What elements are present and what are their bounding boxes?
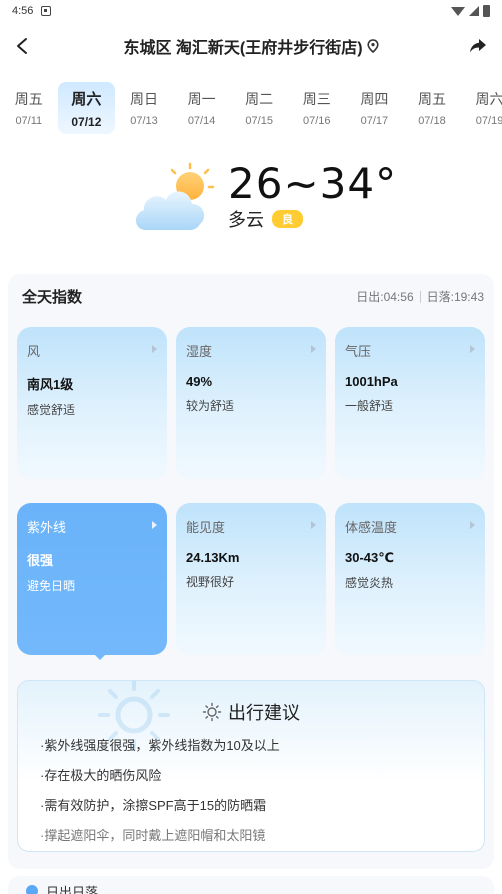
- index-value: 1001hPa: [345, 374, 398, 389]
- advice-item: ·存在极大的晒伤风险: [40, 768, 162, 783]
- location-title[interactable]: 东城区 淘汇新天(王府井步行街店): [123, 34, 379, 58]
- sun-icon: [202, 702, 222, 722]
- advice-item: ·撑起遮阳伞，同时戴上遮阳帽和太阳镜: [40, 828, 266, 843]
- day-tab[interactable]: 周六 07/19: [461, 82, 502, 134]
- day-tab[interactable]: 周日 07/13: [115, 82, 173, 134]
- index-desc: 感觉炎热: [345, 576, 394, 590]
- section-dot-icon: [26, 885, 38, 894]
- nav-bar: 东城区 淘汇新天(王府井步行街店): [0, 26, 502, 66]
- index-card-humidity[interactable]: 湿度 49% 较为舒适: [176, 327, 326, 479]
- travel-advice-card: 出行建议 ·紫外线强度很强，紫外线指数为10及以上 ·存在极大的晒伤风险 ·需有…: [17, 680, 485, 852]
- share-button[interactable]: [464, 32, 492, 60]
- selection-pointer: [92, 652, 108, 660]
- day-tab[interactable]: 周五 07/18: [403, 82, 461, 134]
- chevron-right-icon: [311, 345, 316, 353]
- index-card-feels-like[interactable]: 体感温度 30-43℃ 感觉炎热: [335, 503, 485, 655]
- advice-item: ·紫外线强度很强，紫外线指数为10及以上: [40, 738, 280, 753]
- day-date: 07/14: [187, 115, 216, 127]
- next-section-peek[interactable]: 日出日落: [8, 876, 494, 894]
- partly-cloudy-icon: [130, 160, 218, 238]
- chevron-left-icon: [17, 38, 27, 54]
- day-date: 07/18: [418, 115, 446, 127]
- weather-summary: 26~34° 多云 良: [130, 160, 450, 250]
- day-date: 07/11: [15, 115, 43, 127]
- index-label: 风: [27, 344, 41, 359]
- location-name: 东城区 淘汇新天(王府井步行街店): [123, 40, 363, 57]
- index-value: 24.13Km: [186, 550, 240, 565]
- index-card-uv[interactable]: 紫外线 很强 避免日晒: [17, 503, 167, 655]
- day-tab[interactable]: 周一 07/14: [173, 82, 231, 134]
- day-date: 07/17: [360, 115, 389, 127]
- chevron-right-icon: [470, 345, 475, 353]
- advice-item: ·需有效防护，涂擦SPF高于15的防晒霜: [40, 798, 267, 813]
- wifi-icon: [451, 6, 465, 16]
- index-desc: 较为舒适: [186, 399, 235, 413]
- signal-icon: [469, 6, 479, 16]
- notification-icon: [41, 6, 52, 16]
- day-date: 07/15: [245, 115, 273, 127]
- day-name: 周日: [129, 91, 158, 107]
- day-name: 周六: [71, 90, 102, 108]
- sunset-time: 日落:19:43: [426, 290, 484, 304]
- index-label: 能见度: [186, 520, 226, 535]
- day-date: 07/16: [303, 115, 331, 127]
- index-label: 体感温度: [345, 520, 398, 535]
- daily-index-panel: 全天指数 日出:04:56 日落:19:43 风 南风1级 感觉舒适 湿度 49…: [8, 274, 494, 869]
- panel-title: 全天指数: [22, 289, 83, 306]
- day-tab[interactable]: 周三 07/16: [288, 82, 346, 134]
- day-name: 周一: [187, 91, 216, 107]
- index-label: 湿度: [186, 344, 213, 359]
- index-label: 紫外线: [27, 520, 67, 535]
- day-tab[interactable]: 周五 07/11: [0, 82, 58, 134]
- index-label: 气压: [345, 344, 372, 359]
- chevron-right-icon: [311, 521, 316, 529]
- sun-times: 日出:04:56 日落:19:43: [356, 288, 484, 305]
- chevron-right-icon: [470, 521, 475, 529]
- index-desc: 避免日晒: [27, 579, 76, 593]
- advice-list: ·紫外线强度很强，紫外线指数为10及以上 ·存在极大的晒伤风险 ·需有效防护，涂…: [40, 738, 470, 851]
- index-desc: 视野很好: [186, 575, 235, 589]
- day-name: 周六: [475, 91, 502, 107]
- back-button[interactable]: [8, 32, 36, 60]
- temperature-range: 26~34°: [228, 159, 398, 208]
- chevron-right-icon: [152, 345, 157, 353]
- index-desc: 一般舒适: [345, 399, 394, 413]
- location-pin-icon: [366, 39, 379, 53]
- aqi-badge[interactable]: 良: [272, 210, 303, 228]
- share-icon: [470, 39, 486, 53]
- index-value: 49%: [186, 374, 213, 389]
- index-value: 南风1级: [27, 377, 74, 392]
- next-section-title: 日出日落: [46, 884, 99, 894]
- index-card-pressure[interactable]: 气压 1001hPa 一般舒适: [335, 327, 485, 479]
- battery-icon: [483, 5, 490, 17]
- advice-title-row: 出行建议: [18, 699, 484, 725]
- sunrise-time: 日出:04:56: [356, 290, 414, 304]
- index-card-visibility[interactable]: 能见度 24.13Km 视野很好: [176, 503, 326, 655]
- status-time: 4:56: [12, 5, 34, 17]
- advice-title: 出行建议: [228, 703, 300, 723]
- day-name: 周三: [302, 91, 331, 107]
- day-name: 周五: [417, 91, 446, 107]
- day-date: 07/19: [475, 115, 502, 127]
- index-value: 很强: [27, 553, 54, 568]
- chevron-right-icon: [152, 521, 157, 529]
- day-name: 周五: [14, 91, 43, 107]
- index-desc: 感觉舒适: [27, 403, 76, 417]
- weather-condition: 多云: [228, 210, 264, 230]
- day-tab[interactable]: 周二 07/15: [230, 82, 288, 134]
- day-selector: 周五 07/11 周六 07/12 周日 07/13 周一 07/14 周二 07/15 周三 07/…: [0, 82, 502, 138]
- day-name: 周四: [360, 91, 389, 107]
- day-name: 周二: [245, 91, 274, 107]
- day-date: 07/12: [71, 114, 102, 129]
- day-tab[interactable]: 周六 07/12: [57, 82, 116, 134]
- day-tab[interactable]: 周四 07/17: [346, 82, 404, 134]
- day-date: 07/13: [130, 115, 158, 127]
- status-bar: 4:56: [0, 0, 502, 22]
- divider: [419, 290, 421, 303]
- index-card-wind[interactable]: 风 南风1级 感觉舒适: [17, 327, 167, 479]
- index-value: 30-43℃: [345, 550, 394, 565]
